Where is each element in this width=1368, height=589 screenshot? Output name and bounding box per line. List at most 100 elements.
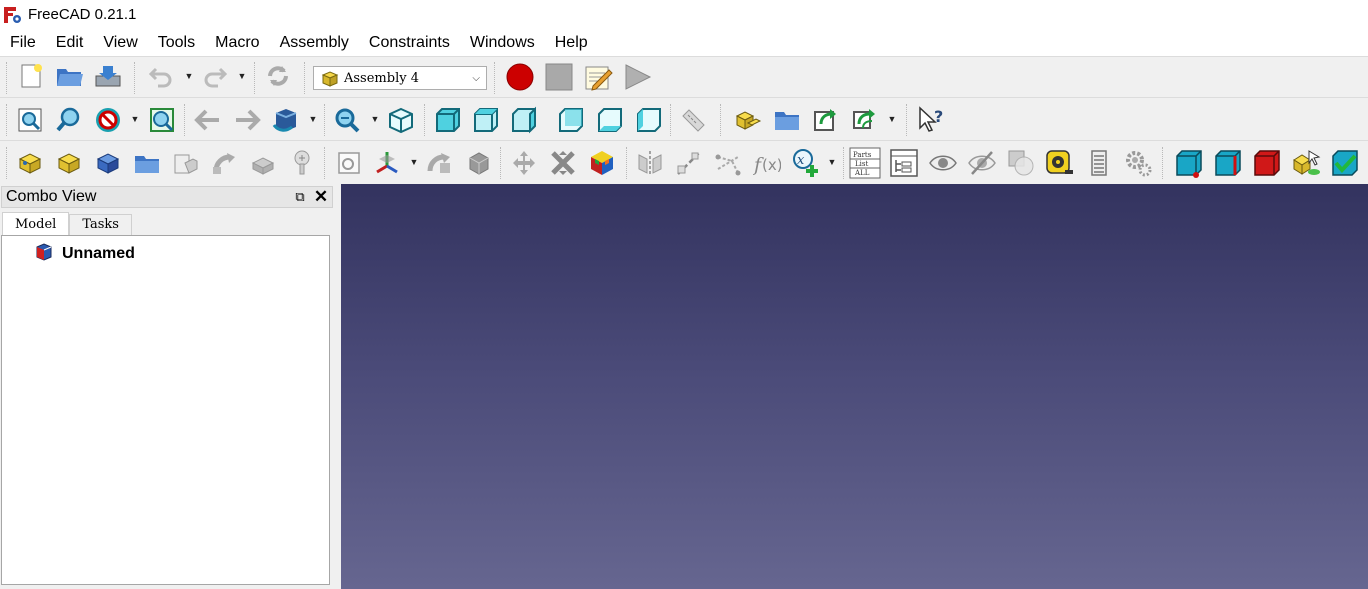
new-lcs-icon[interactable] <box>208 147 240 179</box>
rear-view-icon[interactable] <box>555 104 587 136</box>
window-title: FreeCAD 0.21.1 <box>28 6 137 23</box>
close-icon[interactable]: ✕ <box>310 187 332 207</box>
settings-icon[interactable] <box>1122 147 1154 179</box>
new-sketch-icon[interactable] <box>169 147 201 179</box>
3d-viewport[interactable] <box>341 184 1368 589</box>
redo-icon[interactable] <box>200 61 230 91</box>
new-model-icon[interactable] <box>14 147 46 179</box>
new-body-icon[interactable] <box>92 147 124 179</box>
expression-icon[interactable]: f (x) <box>751 147 783 179</box>
combo-view-header: Combo View ⧉ ✕ <box>1 186 333 208</box>
solver-icon[interactable] <box>586 147 618 179</box>
measure-icon[interactable] <box>677 104 709 136</box>
svg-text:Parts: Parts <box>853 151 872 159</box>
parts-list-icon[interactable]: Parts List ALL <box>848 146 882 180</box>
insert-link-icon[interactable] <box>247 147 279 179</box>
new-document-icon[interactable] <box>16 61 46 91</box>
model-tree: Unnamed <box>1 235 330 585</box>
datum-plane-icon[interactable] <box>712 147 744 179</box>
hide-icon[interactable] <box>966 147 998 179</box>
refresh-icon[interactable] <box>262 61 294 91</box>
tab-model[interactable]: Model <box>2 212 70 236</box>
create-part-icon[interactable] <box>732 104 764 136</box>
bounding-box-icon[interactable] <box>146 104 178 136</box>
new-part-icon[interactable] <box>53 147 85 179</box>
animation-icon[interactable] <box>1083 147 1115 179</box>
menu-windows[interactable]: Windows <box>460 29 545 56</box>
forward-icon[interactable] <box>231 104 263 136</box>
undo-dropdown-icon[interactable]: ▼ <box>183 69 195 83</box>
variant-link-icon[interactable] <box>333 147 365 179</box>
title-bar: FreeCAD 0.21.1 <box>0 0 1368 29</box>
menu-bar: File Edit View Tools Macro Assembly Cons… <box>0 29 1368 56</box>
svg-text:?: ? <box>934 107 943 126</box>
menu-assembly[interactable]: Assembly <box>270 29 359 56</box>
zoom-dropdown-icon[interactable]: ▼ <box>369 112 381 126</box>
open-document-icon[interactable] <box>54 61 86 91</box>
right-view-icon[interactable] <box>508 104 540 136</box>
whats-this-icon[interactable]: ? <box>916 104 948 136</box>
back-icon[interactable] <box>192 104 224 136</box>
stop-macro-icon[interactable] <box>543 61 575 93</box>
menu-macro[interactable]: Macro <box>205 29 269 56</box>
draw-style-icon[interactable] <box>92 104 124 136</box>
undo-icon[interactable] <box>146 61 176 91</box>
bom-icon[interactable] <box>888 147 920 179</box>
fastener-icon[interactable] <box>286 147 318 179</box>
sync-view-icon[interactable] <box>270 104 302 136</box>
bottom-view-icon[interactable] <box>594 104 626 136</box>
link-actions-dropdown-icon[interactable]: ▼ <box>886 112 898 126</box>
sync-view-dropdown-icon[interactable]: ▼ <box>307 112 319 126</box>
toolbar-row-3: ▼ f (x) x ▼ Parts List ALL <box>0 140 1368 184</box>
float-panel-icon[interactable]: ⧉ <box>290 189 310 205</box>
workbench-selector[interactable]: Assembly 4 ⌵ <box>313 66 487 90</box>
variables-dropdown-icon[interactable]: ▼ <box>826 155 838 169</box>
menu-tools[interactable]: Tools <box>148 29 205 56</box>
isometric-view-icon[interactable] <box>385 104 417 136</box>
explode-icon[interactable] <box>547 147 579 179</box>
tree-item-document[interactable]: Unnamed <box>34 242 135 266</box>
new-group-icon[interactable] <box>131 147 163 179</box>
menu-help[interactable]: Help <box>545 29 598 56</box>
edit-macro-icon[interactable] <box>582 61 614 93</box>
zoom-icon[interactable] <box>331 104 363 136</box>
create-group-icon[interactable] <box>771 104 803 136</box>
menu-edit[interactable]: Edit <box>46 29 94 56</box>
fit-selection-icon[interactable] <box>53 104 85 136</box>
top-view-icon[interactable] <box>470 104 502 136</box>
freecad-logo-icon <box>2 4 24 26</box>
menu-constraints[interactable]: Constraints <box>359 29 460 56</box>
combo-view-title: Combo View <box>6 188 97 205</box>
datum-dropdown-icon[interactable]: ▼ <box>408 155 420 169</box>
menu-file[interactable]: File <box>0 29 46 56</box>
check-icon[interactable] <box>1328 147 1362 179</box>
datum-line-icon[interactable] <box>673 147 705 179</box>
fit-all-icon[interactable] <box>14 104 46 136</box>
place-link-icon[interactable] <box>463 147 495 179</box>
svg-text:ALL: ALL <box>854 169 870 177</box>
tab-tasks[interactable]: Tasks <box>69 214 132 236</box>
mirror-part-icon[interactable] <box>424 147 456 179</box>
variables-icon[interactable]: x <box>789 147 823 179</box>
measure-tape-icon[interactable] <box>1044 147 1076 179</box>
save-document-icon[interactable] <box>92 61 124 91</box>
mirror-icon[interactable] <box>634 147 666 179</box>
show-icon[interactable] <box>927 147 959 179</box>
draw-style-dropdown-icon[interactable]: ▼ <box>129 112 141 126</box>
left-view-icon[interactable] <box>633 104 665 136</box>
record-macro-icon[interactable] <box>504 61 536 93</box>
link-actions-icon[interactable] <box>849 104 881 136</box>
redo-dropdown-icon[interactable]: ▼ <box>236 69 248 83</box>
cube-edge-icon[interactable] <box>1211 147 1245 179</box>
link-icon[interactable] <box>810 104 842 136</box>
menu-view[interactable]: View <box>93 29 147 56</box>
select-solid-icon[interactable] <box>1289 147 1323 179</box>
rotate-icon[interactable] <box>508 147 540 179</box>
datum-object-icon[interactable] <box>371 147 403 179</box>
cube-vertex-icon[interactable] <box>1172 147 1206 179</box>
cube-face-icon[interactable] <box>1250 147 1284 179</box>
tree-item-label: Unnamed <box>62 245 135 262</box>
run-macro-icon[interactable] <box>621 61 653 93</box>
front-view-icon[interactable] <box>432 104 464 136</box>
transparency-icon[interactable] <box>1005 147 1037 179</box>
